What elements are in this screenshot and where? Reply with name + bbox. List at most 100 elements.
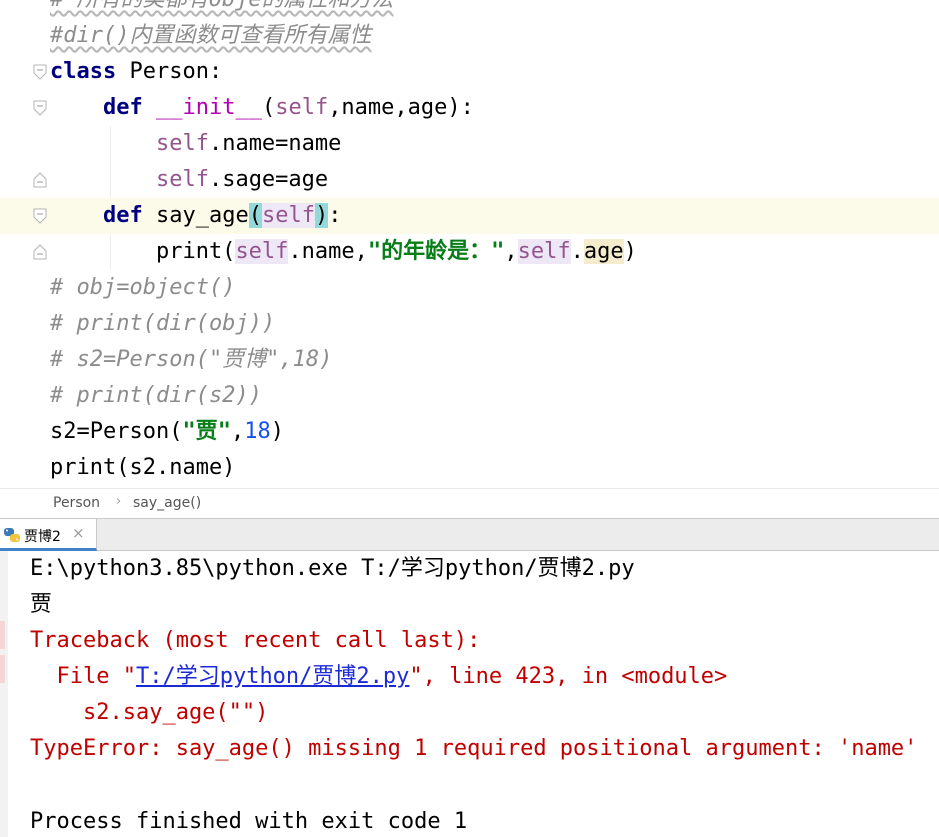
code-token: #dir()内置函数可查看所有属性: [50, 23, 372, 48]
code-token: ): [270, 419, 284, 444]
code-text: #dir()内置函数可查看所有属性: [50, 18, 371, 54]
code-token: .: [570, 239, 584, 264]
breadcrumb-item-person[interactable]: Person: [53, 495, 100, 511]
breadcrumb-item-say-age[interactable]: say_age(): [133, 495, 201, 511]
code-token: # obj=object(): [50, 275, 236, 300]
code-text: # print(dir(s2)): [50, 378, 262, 414]
code-token: def: [102, 95, 143, 120]
console-output-line: 贾: [30, 592, 53, 617]
code-editor[interactable]: # 所有的类都有obje的属性和方法 #dir()内置函数可查看所有属性 class…: [0, 0, 939, 488]
code-token: "的年龄是：": [367, 239, 505, 264]
code-line[interactable]: # obj=object(): [0, 270, 939, 306]
code-token: print(: [50, 239, 236, 264]
code-token: .sage=age: [208, 167, 329, 192]
code-token: age: [583, 239, 624, 264]
code-token: ,: [504, 239, 518, 264]
traceback-file-suffix: ", line 423, in <module>: [409, 664, 728, 689]
python-icon: [3, 527, 21, 543]
code-text: print(s2.name): [50, 450, 235, 486]
code-token: ,: [230, 419, 245, 444]
code-line[interactable]: class Person:: [0, 54, 939, 90]
run-tab-label: 贾博2: [24, 529, 61, 545]
code-line[interactable]: print(s2.name): [0, 450, 939, 486]
fold-end-icon[interactable]: [33, 172, 47, 188]
code-text: # obj=object(): [50, 270, 235, 306]
code-text: # 所有的类都有obje的属性和方法: [50, 0, 393, 18]
code-token: def: [102, 203, 143, 228]
console-gutter: [0, 551, 8, 837]
code-text: def say_age(self):: [50, 198, 341, 234]
code-token: # 所有的类都有obje的属性和方法: [50, 0, 393, 12]
code-token: .name=name: [208, 131, 342, 156]
code-text: self.name=name: [50, 126, 341, 162]
fold-toggle-icon[interactable]: [33, 100, 47, 116]
error-message: TypeError: say_age() missing 1 required …: [30, 736, 918, 761]
code-line[interactable]: s2=Person("贾",18): [0, 414, 939, 450]
code-token: print(s2.name): [50, 455, 236, 480]
code-token: s2=Person(: [50, 419, 183, 444]
code-line[interactable]: self.name=name: [0, 126, 939, 162]
code-text: s2=Person("贾",18): [50, 414, 284, 450]
code-token: ): [623, 239, 637, 264]
traceback-file-prefix: File ": [30, 664, 136, 689]
code-token: .name,: [288, 239, 368, 264]
error-marker: [0, 655, 5, 683]
traceback-header: Traceback (most recent call last):: [30, 628, 481, 653]
code-text: class Person:: [50, 54, 222, 90]
code-token: (: [248, 203, 262, 228]
code-token: __init__: [155, 95, 262, 120]
code-token: Person:: [116, 59, 223, 84]
exit-message: Process finished with exit code 1: [30, 809, 468, 834]
code-token: "贾": [182, 419, 231, 444]
code-line[interactable]: # 所有的类都有obje的属性和方法: [0, 0, 939, 18]
code-token: self: [155, 167, 209, 192]
traceback-source-line: s2.say_age(""): [30, 700, 269, 725]
code-token: :: [328, 203, 342, 228]
code-text: def __init__(self,name,age):: [50, 90, 474, 126]
traceback-file-link[interactable]: T:/学习python/贾博2.py: [136, 664, 409, 689]
fold-toggle-icon[interactable]: [33, 208, 47, 224]
code-text: self.sage=age: [50, 162, 328, 198]
breadcrumb: Person › say_age(): [0, 488, 939, 518]
close-icon[interactable]: ×: [72, 524, 85, 542]
code-token: # print(dir(s2)): [50, 383, 262, 408]
code-text: # s2=Person("贾博",18): [50, 342, 332, 378]
console-command-line: E:\python3.85\python.exe T:/学习python/贾博2…: [30, 556, 635, 581]
run-tool-window-tabs: 贾博2 ×: [0, 518, 939, 551]
code-token: class: [50, 59, 117, 84]
code-text: # print(dir(obj)): [50, 306, 275, 342]
code-token: 18: [244, 419, 271, 444]
code-token: self: [155, 131, 209, 156]
traceback-file-line: File "T:/学习python/贾博2.py", line 423, in …: [30, 659, 727, 695]
code-token: self: [235, 239, 289, 264]
fold-toggle-icon[interactable]: [33, 64, 47, 80]
code-token: # print(dir(obj)): [50, 311, 276, 336]
code-token: (: [261, 95, 276, 120]
code-token: ): [314, 203, 329, 228]
code-token: ,name,age):: [328, 95, 474, 120]
code-line[interactable]: # s2=Person("贾博",18): [0, 342, 939, 378]
code-token: self: [261, 203, 315, 228]
code-token: # s2=Person("贾博",18): [50, 347, 333, 372]
code-token: self: [275, 95, 329, 120]
code-line[interactable]: #dir()内置函数可查看所有属性: [0, 18, 939, 54]
code-line[interactable]: print(self.name,"的年龄是：",self.age): [0, 234, 939, 270]
code-line[interactable]: self.sage=age: [0, 162, 939, 198]
code-line[interactable]: # print(dir(obj)): [0, 306, 939, 342]
run-console[interactable]: E:\python3.85\python.exe T:/学习python/贾博2…: [0, 551, 939, 837]
run-tab[interactable]: 贾博2 ×: [0, 519, 97, 551]
fold-end-icon[interactable]: [33, 244, 47, 260]
code-line[interactable]: # print(dir(s2)): [0, 378, 939, 414]
breadcrumb-separator: ›: [116, 494, 122, 509]
code-token: self: [517, 239, 571, 264]
error-marker: [0, 621, 5, 649]
code-token: say_age: [142, 203, 249, 228]
code-line[interactable]: def say_age(self):: [0, 198, 939, 234]
code-text: print(self.name,"的年龄是：",self.age): [50, 234, 637, 270]
code-line[interactable]: def __init__(self,name,age):: [0, 90, 939, 126]
